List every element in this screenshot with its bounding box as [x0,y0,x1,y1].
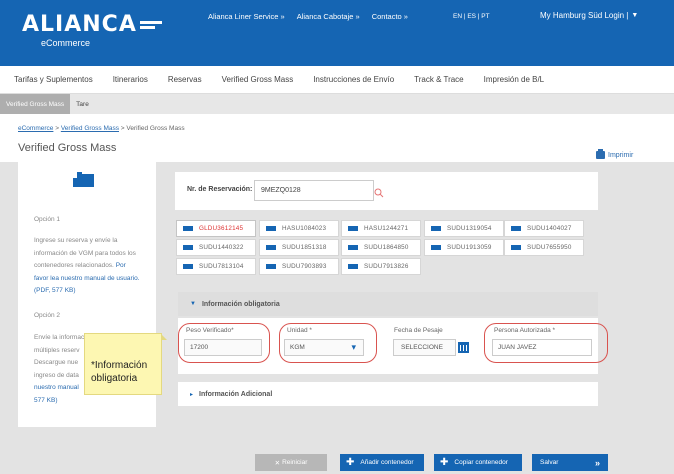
calendar-icon[interactable] [458,342,469,353]
plus-icon: ✚ [440,457,449,468]
top-header-bar: ALIANCA eCommerce Alianca Liner Service … [0,0,674,66]
note-text: *Información obligatoria [91,360,148,384]
reset-button[interactable]: ✕ Reiniciar [255,454,327,471]
nav-track-trace[interactable]: Track & Trace [414,75,464,84]
logo-flag-icon [139,19,162,31]
alianca-logo[interactable]: ALIANCA eCommerce [22,12,162,48]
container-icon [431,226,441,231]
highlight-unidad [279,323,377,363]
breadcrumb-ecommerce[interactable]: eCommerce [18,125,53,132]
manual-link-2-size[interactable]: 577 KB) [34,395,154,408]
note-corner [161,334,167,340]
container-button[interactable]: SUDU1319054 [424,220,504,237]
container-button[interactable]: GLDU3612145 [176,220,256,237]
highlight-persona [484,323,608,363]
section-required-header[interactable]: ▼ Información obligatoria [178,292,598,316]
container-icon [511,226,521,231]
option1-line: información de VGM para todos los [34,249,136,257]
add-container-button[interactable]: ✚ Añadir contenedor [340,454,424,471]
logo-text: ALIANCA [22,12,137,37]
breadcrumb-separator: > [53,125,61,132]
sub-navigation: Verified Gross Mass Tare [0,94,674,114]
print-button[interactable]: Imprimir [596,149,634,159]
fecha-label: Fecha de Pesaje [394,327,443,334]
manual-link-size[interactable]: (PDF, 577 KB) [34,285,154,298]
chevron-right-icon: ▸ [190,391,194,398]
nav-vgm[interactable]: Verified Gross Mass [222,75,294,84]
breadcrumb-vgm[interactable]: Verified Gross Mass [61,125,119,132]
link-cabotaje[interactable]: Alianca Cabotaje » [297,12,360,21]
container-ship-icon [73,172,95,188]
container-icon [431,245,441,250]
container-button[interactable]: HASU1244271 [341,220,421,237]
container-button[interactable]: SUDU1864850 [341,239,421,256]
manual-link[interactable]: Por [116,262,126,269]
fecha-input[interactable]: SELECCIONE [393,339,456,356]
container-button[interactable]: SUDU1913059 [424,239,504,256]
option2-title: Opción 2 [34,312,61,319]
chevron-down-icon: ▼ [190,301,196,307]
logo-subtitle: eCommerce [41,38,91,48]
container-icon [183,245,193,250]
container-icon [266,226,276,231]
section-additional-title: Información Adicional [199,390,273,398]
breadcrumb: eCommerce > Verified Gross Mass > Verifi… [18,125,185,132]
container-icon [183,264,193,269]
nav-itinerarios[interactable]: Itinerarios [113,75,148,84]
section-required-title: Información obligatoria [201,300,280,308]
required-info-note: *Información obligatoria [84,333,167,395]
nav-reservas[interactable]: Reservas [168,75,202,84]
option1-title: Opción 1 [34,216,61,223]
chevron-down-icon: ▼ [631,12,639,19]
section-additional-header[interactable]: ▸ Información Adicional [178,382,598,406]
option1-text: Ingrese su reserva y envíe la informació… [34,235,154,298]
container-button[interactable]: SUDU7655950 [504,239,584,256]
container-button[interactable]: HASU1084023 [259,220,339,237]
reservation-search: Nr. de Reservación: [175,172,598,210]
container-button[interactable]: SUDU7903893 [259,258,339,275]
subtab-tare[interactable]: Tare [70,101,95,108]
user-login-menu[interactable]: My Hamburg Süd Login | ▼ [540,11,638,20]
reservation-label: Nr. de Reservación: [187,186,253,193]
user-login-label: My Hamburg Süd Login | [540,11,629,20]
print-label: Imprimir [608,151,634,159]
option1-line: Ingrese su reserva y envíe la [34,237,118,244]
container-icon [266,245,276,250]
page-title: Verified Gross Mass [18,142,117,154]
container-icon [511,245,521,250]
breadcrumb-current: Verified Gross Mass [126,125,185,132]
link-contacto[interactable]: Contacto » [372,12,408,21]
option1-line: contenedores relacionados. Por [34,262,126,269]
container-button[interactable]: SUDU1851318 [259,239,339,256]
container-icon [183,226,193,231]
printer-icon [596,149,605,159]
manual-link[interactable]: favor lea nuestro manual de usuario. [34,273,154,286]
double-chevron-right-icon: » [594,457,600,468]
container-icon [348,226,358,231]
main-navigation: Tarifas y Suplementos Itinerarios Reserv… [0,66,674,94]
close-icon: ✕ [274,459,281,467]
container-button[interactable]: SUDU7913826 [341,258,421,275]
subtab-vgm[interactable]: Verified Gross Mass [0,94,71,114]
copy-container-button[interactable]: ✚ Copiar contenedor [434,454,522,471]
plus-icon: ✚ [346,457,355,468]
container-icon [348,264,358,269]
top-links: Alianca Liner Service » Alianca Cabotaje… [208,12,408,21]
container-button[interactable]: SUDU1404027 [504,220,584,237]
container-button[interactable]: SUDU1440322 [176,239,256,256]
search-icon[interactable] [374,188,384,198]
link-liner-service[interactable]: Alianca Liner Service » [208,12,285,21]
save-button[interactable]: Salvar » [532,454,608,471]
language-switcher[interactable]: EN | ES | PT [453,13,490,20]
nav-instrucciones[interactable]: Instrucciones de Envío [313,75,394,84]
nav-impresion-bl[interactable]: Impresión de B/L [484,75,544,84]
container-icon [348,245,358,250]
highlight-peso [178,323,270,363]
nav-tarifas[interactable]: Tarifas y Suplementos [14,75,93,84]
container-button[interactable]: SUDU7813104 [176,258,256,275]
reservation-input[interactable] [254,180,374,201]
container-icon [266,264,276,269]
